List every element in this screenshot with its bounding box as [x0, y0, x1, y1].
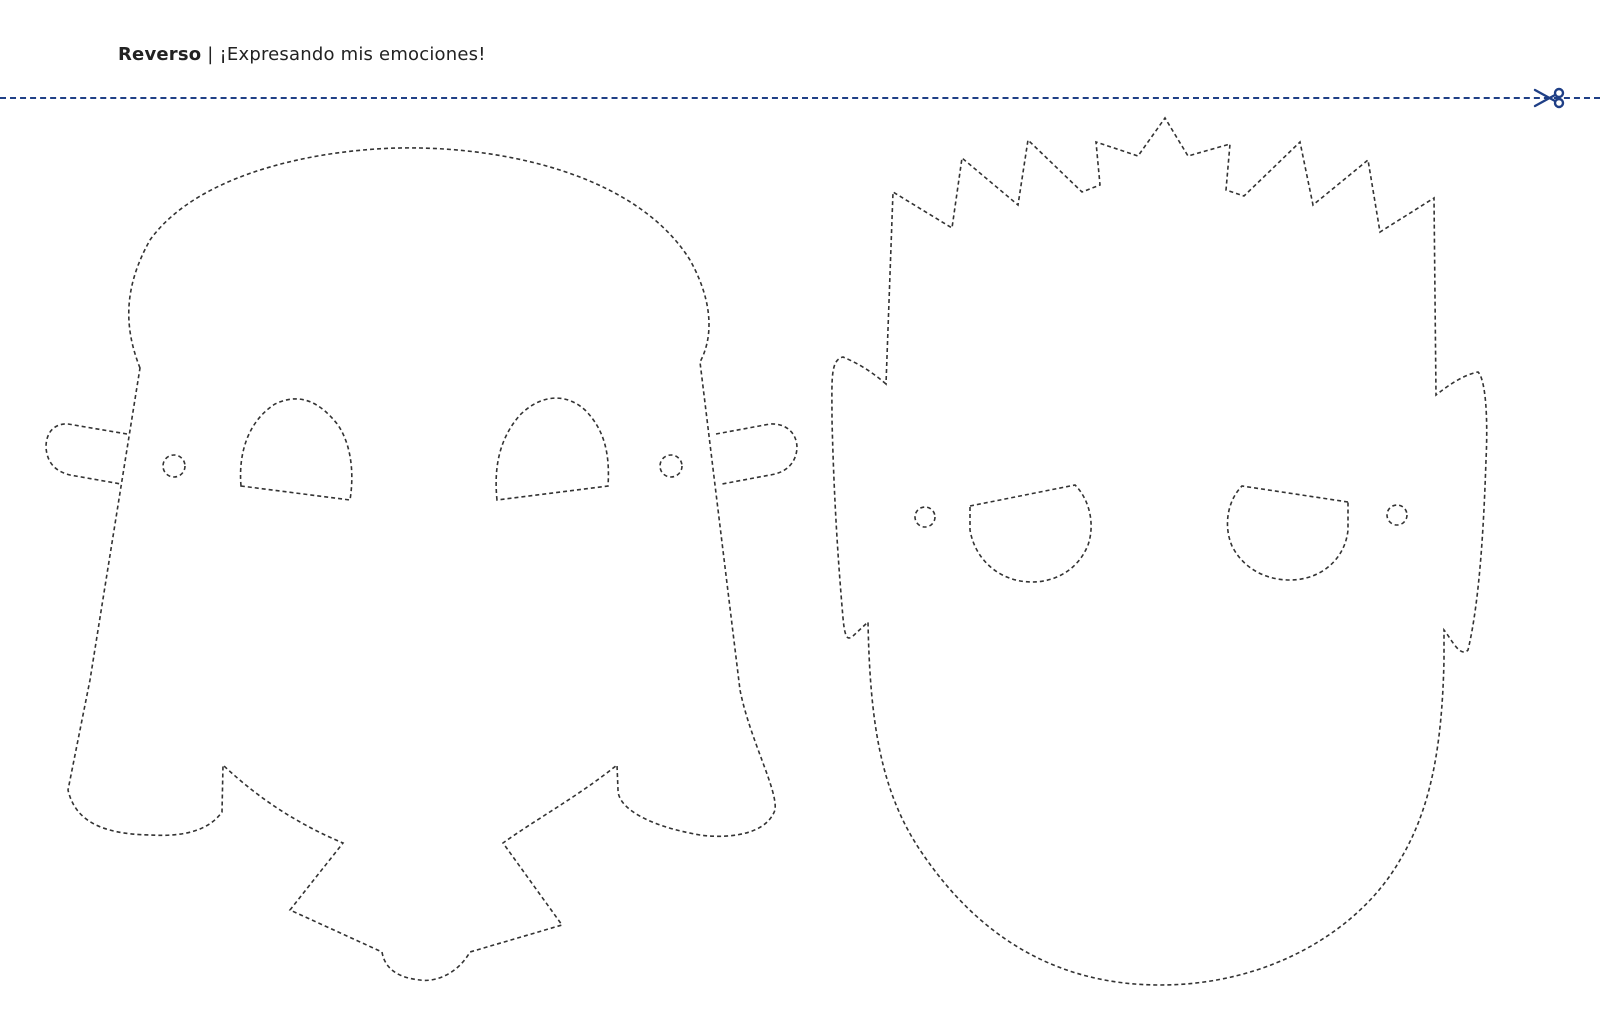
masks-canvas: [45, 116, 1488, 986]
mask-left-outline: [67, 147, 776, 982]
mask-right-hole-left: [914, 506, 936, 528]
mask-right-eye-right: [1226, 485, 1349, 581]
mask-left-eye-left: [239, 398, 353, 501]
mask-right-hole-right: [1386, 504, 1408, 526]
mask-left-eye-right: [495, 397, 610, 501]
mask-right-spiky-hair: [831, 116, 1488, 986]
mask-left-monster: [45, 147, 798, 982]
mask-left-hole-left: [162, 454, 186, 478]
mask-left-hole-right: [659, 454, 683, 478]
mask-right-outline: [831, 116, 1488, 986]
mask-left-ear-left: [45, 423, 128, 485]
mask-right-eye-left: [969, 484, 1092, 583]
mask-left-ear-right: [715, 423, 798, 485]
